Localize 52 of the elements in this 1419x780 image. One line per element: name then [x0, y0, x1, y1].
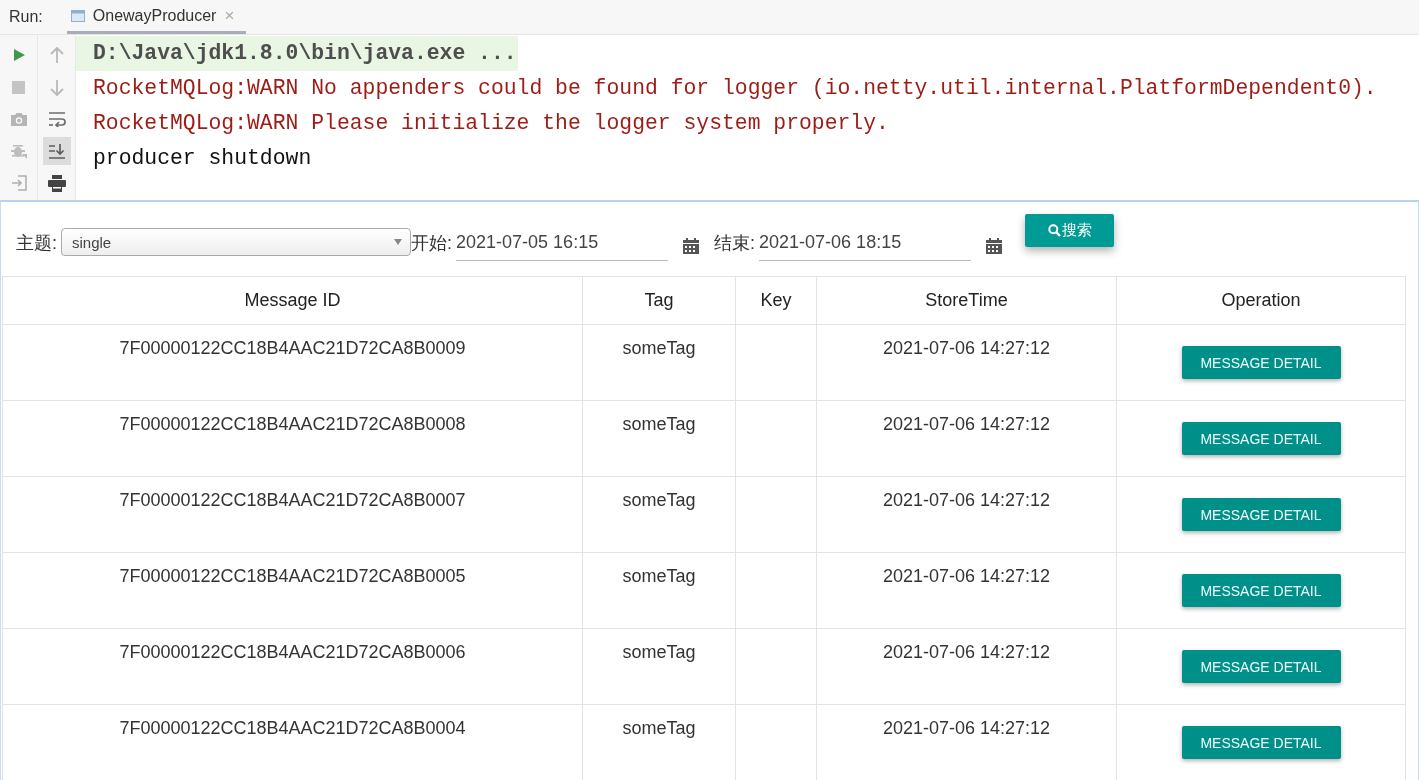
column-header: Operation: [1116, 276, 1406, 325]
message-detail-button[interactable]: MESSAGE DETAIL: [1181, 346, 1341, 379]
down-arrow-icon[interactable]: [49, 78, 64, 96]
column-header: StoreTime: [816, 276, 1117, 325]
message-detail-button[interactable]: MESSAGE DETAIL: [1181, 574, 1341, 607]
store-time: 2021-07-06 14:27:12: [882, 566, 1051, 587]
console-line: producer shutdown: [92, 145, 313, 172]
tag-text: someTag: [622, 642, 696, 663]
column-header: Message ID: [2, 276, 583, 325]
tag-text: someTag: [622, 414, 696, 435]
message-id: 7F00000122CC18B4AAC21D72CA8B0008: [119, 414, 466, 435]
print-icon[interactable]: [47, 174, 66, 192]
tag-text: someTag: [622, 338, 696, 359]
up-arrow-icon[interactable]: [49, 46, 64, 64]
message-detail-button[interactable]: MESSAGE DETAIL: [1181, 726, 1341, 759]
message-detail-button[interactable]: MESSAGE DETAIL: [1181, 422, 1341, 455]
message-id: 7F00000122CC18B4AAC21D72CA8B0009: [119, 338, 466, 359]
store-time: 2021-07-06 14:27:12: [882, 414, 1051, 435]
store-time: 2021-07-06 14:27:12: [882, 642, 1051, 663]
run-icon[interactable]: [11, 48, 26, 62]
start-label: 开始:: [411, 232, 453, 255]
window-icon: [70, 9, 85, 22]
calendar-icon[interactable]: [986, 238, 1003, 254]
message-id: 7F00000122CC18B4AAC21D72CA8B0004: [119, 718, 466, 739]
column-header: Key: [735, 276, 817, 325]
message-id: 7F00000122CC18B4AAC21D72CA8B0006: [119, 642, 466, 663]
camera-icon[interactable]: [9, 111, 28, 127]
end-label: 结束:: [714, 232, 756, 255]
start-date-field[interactable]: 2021-07-05 16:15: [456, 224, 669, 261]
end-date-field[interactable]: 2021-07-06 18:15: [759, 224, 972, 261]
soft-wrap-icon[interactable]: [47, 111, 66, 127]
message-id: 7F00000122CC18B4AAC21D72CA8B0007: [119, 490, 466, 511]
tag-text: someTag: [622, 490, 696, 511]
store-time: 2021-07-06 14:27:12: [882, 490, 1051, 511]
message-detail-button[interactable]: MESSAGE DETAIL: [1181, 650, 1341, 683]
message-detail-button[interactable]: MESSAGE DETAIL: [1181, 498, 1341, 531]
store-time: 2021-07-06 14:27:12: [882, 718, 1051, 739]
tag-text: someTag: [622, 718, 696, 739]
console-line: RocketMQLog:WARN No appenders could be found for logger (io.netty.util.internal.PlatformDependent0).: [92, 75, 1378, 102]
console-line: RocketMQLog:WARN Please initialize the logger system properly.: [92, 110, 890, 137]
exit-icon[interactable]: [9, 174, 28, 192]
search-icon: [1047, 224, 1061, 237]
topic-select[interactable]: single: [61, 228, 411, 256]
message-id: 7F00000122CC18B4AAC21D72CA8B0005: [119, 566, 466, 587]
run-label: Run:: [8, 8, 44, 26]
search-button[interactable]: 搜索: [1025, 214, 1115, 247]
calendar-icon[interactable]: [683, 238, 700, 254]
column-header: Tag: [582, 276, 736, 325]
store-time: 2021-07-06 14:27:12: [882, 338, 1051, 359]
topic-label: 主题:: [16, 232, 57, 255]
tag-text: someTag: [622, 566, 696, 587]
scroll-to-end-icon[interactable]: [47, 143, 66, 159]
